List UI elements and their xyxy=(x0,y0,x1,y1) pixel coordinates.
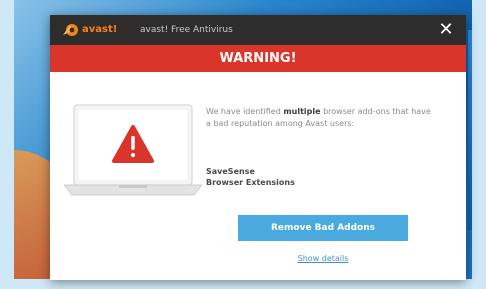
warning-title: WARNING! xyxy=(219,51,297,66)
warning-message: We have identified multiple browser add-… xyxy=(206,106,434,130)
message-emphasis: multiple xyxy=(283,107,321,116)
screen-frame-right xyxy=(472,0,486,289)
warning-banner: WARNING! xyxy=(50,45,466,72)
window-title: avast! Free Antivirus xyxy=(140,25,233,35)
close-button[interactable]: ✕ xyxy=(436,20,456,40)
close-icon[interactable]: ✕ xyxy=(438,19,453,40)
remove-bad-addons-button[interactable]: Remove Bad Addons xyxy=(238,215,408,241)
avast-logo-icon xyxy=(63,24,78,36)
message-text-start: We have identified xyxy=(206,107,284,116)
laptop-warning-illustration xyxy=(64,104,202,196)
show-details-link[interactable]: Show details xyxy=(238,253,408,265)
detected-addons-list: SaveSense Browser Extensions xyxy=(206,166,434,188)
desktop-background: avast! avast! Free Antivirus ✕ WARNING! … xyxy=(0,0,486,289)
screen-frame-bottom xyxy=(0,279,486,289)
title-bar: avast! avast! Free Antivirus ✕ xyxy=(50,15,466,45)
screen-frame-left xyxy=(0,0,14,289)
avast-warning-dialog: avast! avast! Free Antivirus ✕ WARNING! … xyxy=(50,15,466,280)
detected-addon-name: SaveSense xyxy=(206,167,255,176)
detected-addon-type: Browser Extensions xyxy=(206,178,295,187)
brand-name: avast! xyxy=(82,24,118,35)
